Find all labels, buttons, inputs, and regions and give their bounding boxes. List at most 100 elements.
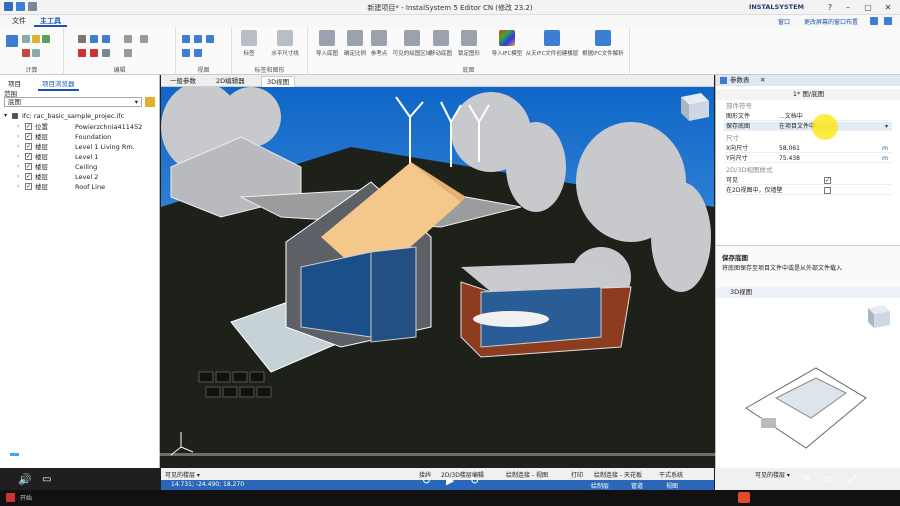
create-floors-button[interactable]: 从天IFC文件创建楼层 [524,30,580,57]
minimize-button[interactable]: – [840,2,856,13]
property-file[interactable]: 图形文件 ...文档中心/rac_basic_sample_projec.ifc [724,112,892,129]
3d-viewport[interactable] [161,87,714,468]
view-cube[interactable] [681,93,709,121]
tool-icon[interactable] [22,49,30,57]
tab-3d-view[interactable]: 3D视图 [261,76,296,87]
cut-icon[interactable] [90,49,98,57]
calc-icon[interactable] [6,35,18,47]
zoom-out-icon[interactable] [194,35,202,43]
tree-row[interactable]: › ✓ 楼层 Ceiling [0,162,158,172]
mirror-icon[interactable] [140,35,148,43]
row-name: Roof Line [75,183,106,191]
status-item-draw-view[interactable]: 绘制连接 - 视图 [506,470,548,479]
taskbar-label[interactable]: 开始 [20,493,32,502]
volume-icon[interactable]: 🔊 [18,473,32,486]
property-y-size[interactable]: Y向尺寸 75.438 m [724,154,892,163]
visibility-checkbox[interactable]: ✓ [25,173,32,180]
settings-icon[interactable] [884,17,892,25]
tab-project-browser[interactable]: 项目浏览器 [38,77,79,91]
layout-icon[interactable] [870,17,878,25]
more-icon[interactable]: ⋮ [872,474,882,485]
maximize-button[interactable]: ▢ [860,2,876,13]
tab-2d-editor[interactable]: 2D编辑器 [211,76,250,87]
select-icon[interactable] [78,35,86,43]
video-progress-bar[interactable] [10,453,890,456]
undo-icon[interactable] [102,49,110,57]
align-icon[interactable] [124,35,132,43]
edit-icon[interactable] [145,97,155,107]
tree-row[interactable]: › ✓ 位置 Powierzchnia411452 [0,122,158,132]
pan-icon[interactable] [182,49,190,57]
chevron-right-icon[interactable]: › [17,132,19,142]
tree-row[interactable]: › ✓ 楼层 Foundation [0,132,158,142]
visible-checkbox[interactable]: ✓ [824,177,831,184]
chevron-right-icon[interactable]: › [17,162,19,172]
status-item-dry-system[interactable]: 干式系统 [659,470,683,479]
tool-icon[interactable] [32,49,40,57]
chevron-right-icon[interactable]: › [17,152,19,162]
zoom-in-icon[interactable] [182,35,190,43]
ime-icon[interactable] [738,492,750,503]
tool-icon[interactable] [42,35,50,43]
scope-dropdown[interactable]: 底图 ▾ [4,97,142,107]
lock-graphic-button[interactable]: 锁定图形 [452,30,486,57]
window-menu-link[interactable]: 窗口 [778,17,790,26]
window-layout-link[interactable]: 更改屏幕的窗口布置 [804,17,858,26]
tool-icon[interactable] [32,35,40,43]
status-item-draw-ceiling[interactable]: 绘制连接 - 天花板 [594,470,642,479]
dimension-button[interactable]: 水平尺寸线 [268,30,302,57]
visibility-checkbox[interactable]: ✓ [25,163,32,170]
visibility-checkbox[interactable]: ✓ [25,123,32,130]
app-taskbar-icon[interactable] [6,493,15,502]
pen-icon[interactable]: ✎ [803,474,811,485]
zoom-fit-icon[interactable] [206,35,214,43]
menu-file[interactable]: 文件 [6,16,32,27]
close-button[interactable]: ✕ [880,2,896,13]
menu-main-tools[interactable]: 主工具 [34,16,67,27]
tree-row[interactable]: › ✓ 楼层 Level 1 [0,152,158,162]
collapse-icon[interactable]: ▾ [4,111,7,121]
mini-visible-floors[interactable]: 可见的楼层 ▾ [755,470,790,479]
property-only-walls[interactable]: 在2D视图中，仅墙壁 [724,186,892,195]
copy-icon[interactable] [90,35,98,43]
visible-floors-dropdown[interactable]: 可见的楼层 ▾ [165,470,200,479]
chevron-right-icon[interactable]: › [17,142,19,152]
subtitles-icon[interactable]: ▭ [42,474,51,485]
visibility-checkbox[interactable]: ✓ [25,153,32,160]
status-item-print[interactable]: 打印 [571,470,583,479]
delete-icon[interactable] [78,49,86,57]
property-save[interactable]: 保存底图 在项目文件中 ▾ [724,122,892,131]
import-ifc-button[interactable]: 导入IFC模型 [488,30,526,57]
property-visible[interactable]: 可见 ✓ [724,176,892,185]
screen-icon[interactable]: ▭ [825,474,834,485]
help-icon[interactable]: ? [822,2,838,13]
tool-icon[interactable] [22,35,30,43]
rotate-icon[interactable] [124,49,132,57]
description-text: 将底图保存至项目文件中或是从外部文件载入 [722,265,843,272]
label-button[interactable]: 标签 [232,30,266,57]
visibility-checkbox[interactable]: ✓ [25,183,32,190]
chevron-right-icon[interactable]: › [17,182,19,192]
tree-row[interactable]: › ✓ 楼层 Roof Line [0,182,158,192]
visibility-checkbox[interactable]: ✓ [25,143,32,150]
fullscreen-icon[interactable]: ⤢ [848,474,856,485]
property-x-size[interactable]: X向尺寸 58.061 m [724,144,892,153]
forward-icon[interactable]: ↻ [470,474,479,487]
mini-3d-view[interactable]: 3D视图 [715,287,900,468]
zoom-window-icon[interactable] [194,49,202,57]
parse-ifc-button[interactable]: 根据IFC文件解析 [578,30,628,57]
play-icon[interactable]: ▶ [446,474,454,487]
paste-icon[interactable] [102,35,110,43]
tree-root[interactable]: ▾ ifc: rac_basic_sample_projec.ifc [0,111,158,121]
rewind-icon[interactable]: ↺ [422,474,431,487]
chevron-right-icon[interactable]: › [17,122,19,132]
properties-tab[interactable]: 参数表 ✕ [716,75,900,86]
only-walls-checkbox[interactable] [824,187,831,194]
visibility-checkbox[interactable]: ✓ [25,133,32,140]
tab-general-params[interactable]: 一般参数 [165,76,201,87]
chevron-down-icon[interactable]: ▾ [885,122,888,131]
close-icon[interactable]: ✕ [760,75,765,86]
tree-row[interactable]: › ✓ 楼层 Level 1 Living Rm. [0,142,158,152]
chevron-right-icon[interactable]: › [17,172,19,182]
tree-row[interactable]: › ✓ 楼层 Level 2 [0,172,158,182]
